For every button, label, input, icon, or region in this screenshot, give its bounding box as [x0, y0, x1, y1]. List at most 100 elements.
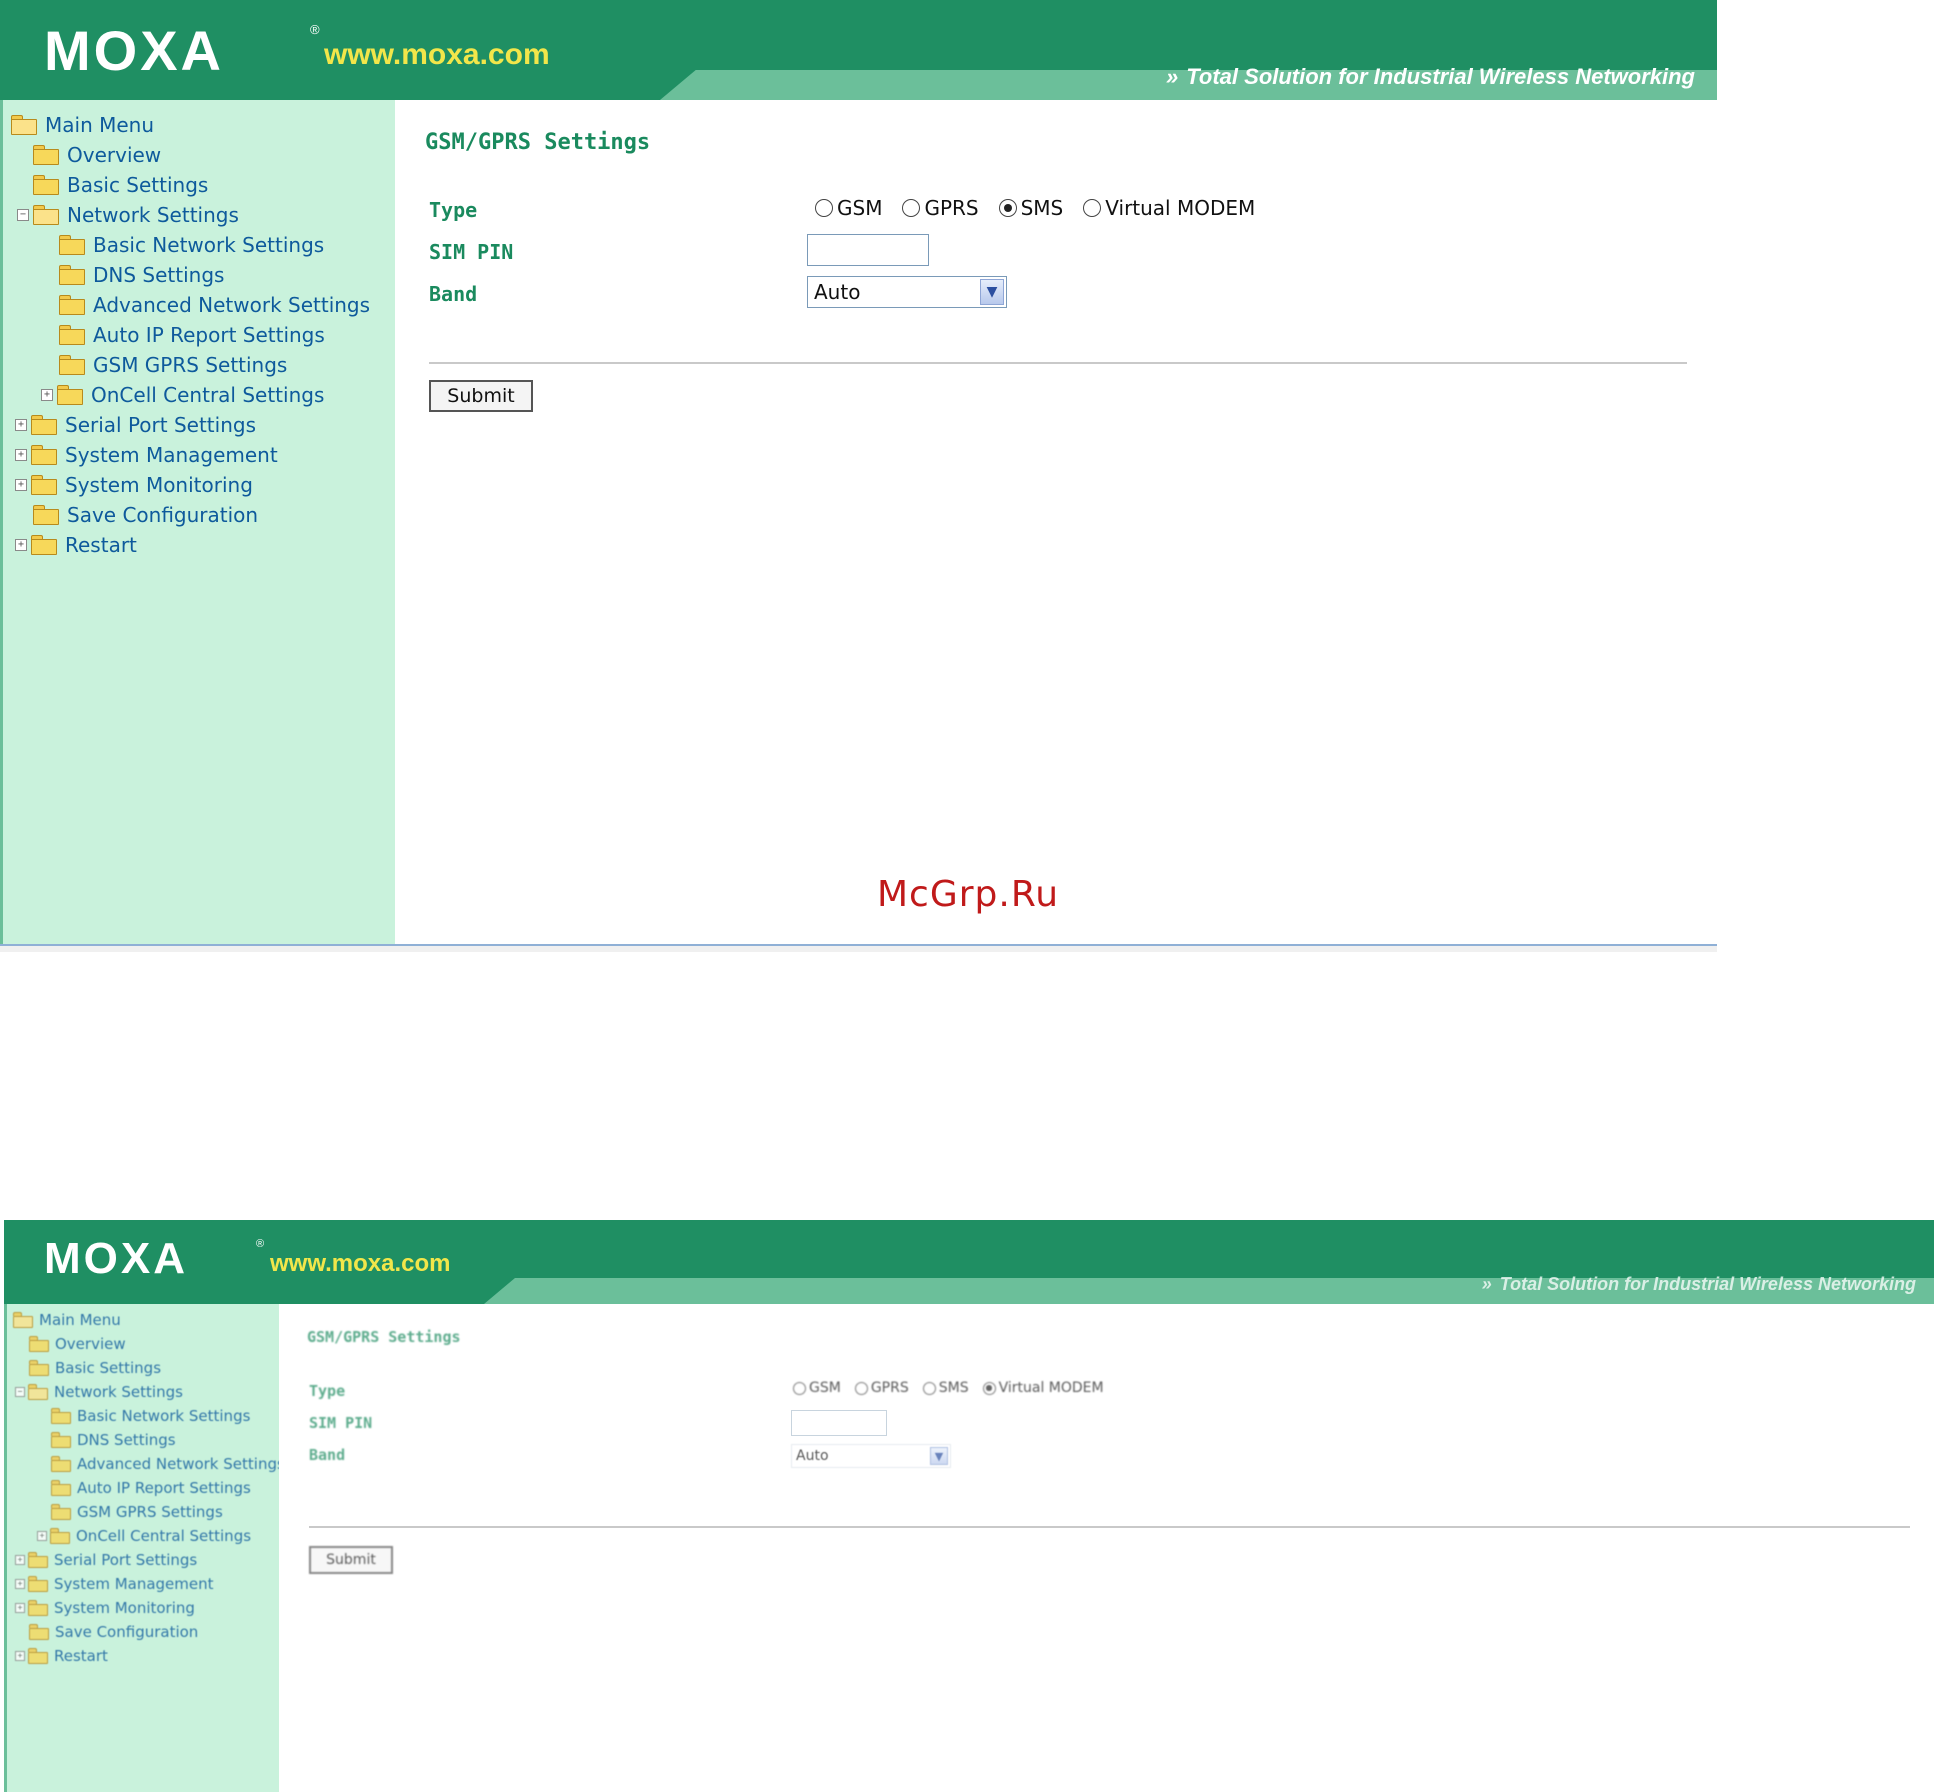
- chevron-down-icon[interactable]: ▼: [930, 1447, 948, 1465]
- menu-item-main-menu[interactable]: Main Menu: [13, 1308, 121, 1332]
- menu-item-advanced-network-settings[interactable]: Advanced Network Settings: [51, 1452, 285, 1476]
- menu-item-basic-network-settings[interactable]: Basic Network Settings: [59, 230, 324, 260]
- expand-icon[interactable]: +: [15, 1579, 25, 1589]
- folder-icon: [59, 325, 85, 346]
- band-selected-value: Auto: [814, 280, 861, 304]
- menu-item-dns-settings[interactable]: DNS Settings: [51, 1428, 176, 1452]
- watermark: McGrp.Ru: [877, 874, 1060, 915]
- expand-icon[interactable]: +: [15, 419, 27, 431]
- type-radio-group: GSM GPRS SMS Virtual MODEM: [815, 196, 1275, 220]
- type-label: Type: [429, 198, 478, 222]
- expand-icon[interactable]: +: [15, 1651, 25, 1661]
- screenshot-bottom: MOXA ® www.moxa.com » Total Solution for …: [4, 1220, 1934, 1792]
- folder-icon: [59, 355, 85, 376]
- sidebar-menu: Main Menu Overview Basic Settings − Netwo…: [4, 1304, 285, 1792]
- folder-icon: [51, 1408, 71, 1425]
- menu-item-save-configuration[interactable]: Save Configuration: [33, 500, 258, 530]
- folder-icon: [28, 1552, 48, 1569]
- moxa-logo: MOXA: [44, 19, 224, 82]
- menu-item-basic-settings[interactable]: Basic Settings: [33, 170, 208, 200]
- folder-open-icon: [28, 1384, 48, 1401]
- folder-icon: [59, 295, 85, 316]
- menu-item-auto-ip-report-settings[interactable]: Auto IP Report Settings: [51, 1476, 251, 1500]
- menu-item-basic-settings[interactable]: Basic Settings: [29, 1356, 161, 1380]
- sidebar-menu: Main Menu Overview Basic Settings − Netwo…: [0, 100, 395, 952]
- radio-button-icon: [793, 1381, 806, 1395]
- folder-icon: [50, 1528, 70, 1545]
- menu-item-system-monitoring[interactable]: + System Monitoring: [15, 1596, 195, 1620]
- folder-icon: [29, 1624, 49, 1641]
- radio-gsm[interactable]: GSM: [793, 1380, 841, 1396]
- expand-icon[interactable]: +: [15, 539, 27, 551]
- folder-icon: [31, 445, 57, 466]
- menu-item-gsm-gprs-settings[interactable]: GSM GPRS Settings: [59, 350, 287, 380]
- site-url[interactable]: www.moxa.com: [270, 1250, 451, 1278]
- folder-icon: [33, 175, 59, 196]
- expand-icon[interactable]: +: [15, 1555, 25, 1565]
- radio-gprs[interactable]: GPRS: [854, 1380, 909, 1396]
- site-url[interactable]: www.moxa.com: [324, 38, 550, 72]
- collapse-icon[interactable]: −: [17, 209, 29, 221]
- menu-item-oncell-central-settings[interactable]: + OnCell Central Settings: [41, 380, 324, 410]
- folder-icon: [28, 1600, 48, 1617]
- chevron-down-icon[interactable]: ▼: [980, 279, 1004, 305]
- menu-item-system-management[interactable]: + System Management: [15, 1572, 214, 1596]
- folder-icon: [31, 415, 57, 436]
- menu-item-serial-port-settings[interactable]: + Serial Port Settings: [15, 410, 256, 440]
- menu-item-oncell-central-settings[interactable]: + OnCell Central Settings: [37, 1524, 251, 1548]
- menu-item-overview[interactable]: Overview: [29, 1332, 126, 1356]
- settings-content: GSM/GPRS Settings Type SIM PIN Band GSM …: [395, 100, 1717, 952]
- radio-button-icon: [815, 199, 833, 217]
- menu-item-gsm-gprs-settings[interactable]: GSM GPRS Settings: [51, 1500, 223, 1524]
- submit-button[interactable]: Submit: [309, 1546, 393, 1574]
- radio-gprs[interactable]: GPRS: [902, 196, 979, 220]
- radio-virtual-modem[interactable]: Virtual MODEM: [1083, 196, 1255, 220]
- expand-icon[interactable]: +: [15, 1603, 25, 1613]
- band-label: Band: [309, 1446, 346, 1464]
- browser-status-bar: [0, 944, 1717, 952]
- menu-item-advanced-network-settings[interactable]: Advanced Network Settings: [59, 290, 370, 320]
- menu-item-system-monitoring[interactable]: + System Monitoring: [15, 470, 253, 500]
- header-banner: MOXA ® www.moxa.com » Total Solution for …: [0, 0, 1717, 100]
- menu-item-system-management[interactable]: + System Management: [15, 440, 278, 470]
- radio-sms[interactable]: SMS: [922, 1380, 969, 1396]
- menu-item-overview[interactable]: Overview: [33, 140, 161, 170]
- band-select[interactable]: Auto ▼: [791, 1444, 951, 1468]
- radio-gsm[interactable]: GSM: [815, 196, 882, 220]
- band-select[interactable]: Auto ▼: [807, 276, 1007, 308]
- screenshot-top: MOXA ® www.moxa.com » Total Solution for …: [0, 0, 1717, 952]
- page-title: GSM/GPRS Settings: [425, 130, 651, 155]
- type-radio-group: GSM GPRS SMS Virtual MODEM: [793, 1380, 1118, 1396]
- expand-icon[interactable]: +: [15, 479, 27, 491]
- menu-item-network-settings[interactable]: − Network Settings: [17, 200, 239, 230]
- sim-pin-input[interactable]: [807, 234, 929, 266]
- band-selected-value: Auto: [796, 1448, 829, 1464]
- menu-item-network-settings[interactable]: − Network Settings: [15, 1380, 183, 1404]
- menu-item-restart[interactable]: + Restart: [15, 1644, 108, 1668]
- form-divider: [309, 1526, 1910, 1528]
- expand-icon[interactable]: +: [41, 389, 53, 401]
- menu-item-dns-settings[interactable]: DNS Settings: [59, 260, 224, 290]
- folder-icon: [29, 1360, 49, 1377]
- registered-mark: ®: [256, 1238, 265, 1250]
- menu-item-auto-ip-report-settings[interactable]: Auto IP Report Settings: [59, 320, 325, 350]
- menu-item-basic-network-settings[interactable]: Basic Network Settings: [51, 1404, 250, 1428]
- menu-item-serial-port-settings[interactable]: + Serial Port Settings: [15, 1548, 197, 1572]
- radio-virtual-modem[interactable]: Virtual MODEM: [982, 1380, 1104, 1396]
- menu-item-restart[interactable]: + Restart: [15, 530, 137, 560]
- sim-pin-input[interactable]: [791, 1410, 887, 1436]
- radio-sms[interactable]: SMS: [998, 196, 1063, 220]
- folder-icon: [59, 265, 85, 286]
- menu-item-main-menu[interactable]: Main Menu: [11, 110, 154, 140]
- folder-icon: [31, 475, 57, 496]
- expand-icon[interactable]: +: [15, 449, 27, 461]
- tagline-text: Total Solution for Industrial Wireless N…: [1499, 1274, 1916, 1294]
- header-tagline: » Total Solution for Industrial Wireless …: [1166, 64, 1695, 90]
- collapse-icon[interactable]: −: [15, 1387, 25, 1397]
- registered-mark: ®: [310, 22, 320, 37]
- double-chevron-icon: »: [1481, 1274, 1492, 1294]
- sim-pin-label: SIM PIN: [429, 240, 514, 264]
- menu-item-save-configuration[interactable]: Save Configuration: [29, 1620, 198, 1644]
- expand-icon[interactable]: +: [37, 1531, 47, 1541]
- submit-button[interactable]: Submit: [429, 380, 533, 412]
